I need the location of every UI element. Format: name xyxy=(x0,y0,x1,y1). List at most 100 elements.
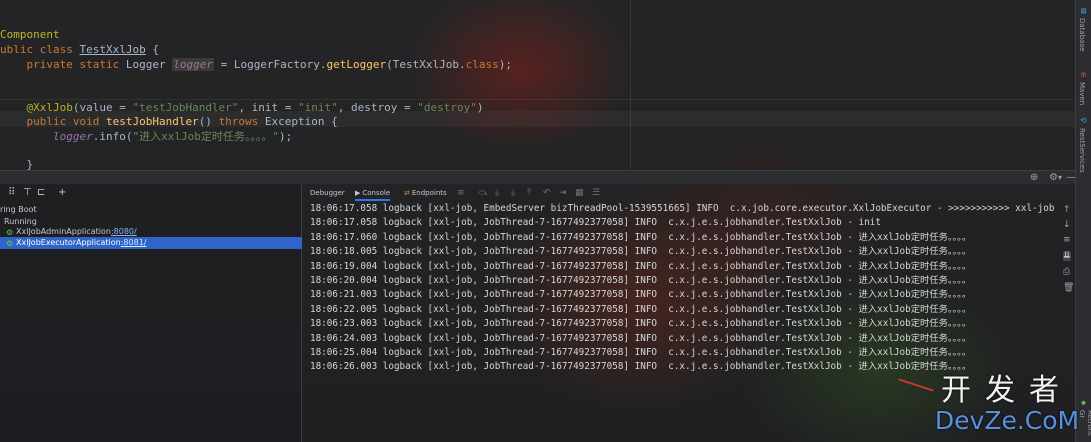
gear-icon[interactable]: ⚙ xyxy=(1049,172,1058,183)
watermark-logo: 开发者 DevZe.CoM xyxy=(932,374,1082,440)
console-tabs: Debugger ▶ Console ⇄ Endpoints ≡ ⤼ ⤓ ⤓ ⤒ ↶… xyxy=(303,185,1075,201)
code-token: private static xyxy=(0,58,126,71)
maven-tab[interactable]: Maven xyxy=(1078,82,1086,105)
watermark-top-text: 开发者 xyxy=(941,373,1073,408)
code-token: "进入xxlJob定时任务。。。。" xyxy=(132,130,279,143)
services-toolbar: ⠿ ⊤ ⊏ + xyxy=(0,185,302,201)
code-token: logger xyxy=(52,130,93,143)
database-tab[interactable]: Database xyxy=(1078,18,1086,51)
spring-app-icon: ⚙ xyxy=(6,228,14,237)
log-line: 18:06:17.060 logback [xxl-job, JobThread… xyxy=(310,231,972,243)
layout-icon[interactable]: ⊏ xyxy=(37,187,45,198)
code-editor[interactable]: Component ublic class TestXxlJob { privat… xyxy=(0,0,1075,171)
code-token: , destroy = xyxy=(337,101,418,114)
step-out-icon[interactable]: ⤒ xyxy=(527,185,531,201)
code-token: @XxlJob xyxy=(0,101,73,114)
code-token: () xyxy=(198,115,219,128)
code-token: = LoggerFactory. xyxy=(213,58,327,71)
log-line: 18:06:25.004 logback [xxl-job, JobThread… xyxy=(310,347,972,358)
scroll-up-icon[interactable]: ↑ xyxy=(1063,205,1071,215)
log-line: 18:06:24.003 logback [xxl-job, JobThread… xyxy=(310,332,972,344)
code-token: Logger xyxy=(125,58,173,71)
rest-services-icon: ⟲ xyxy=(1080,116,1087,125)
scroll-down-icon[interactable]: ↓ xyxy=(1063,220,1071,230)
minimize-icon[interactable]: — xyxy=(1066,172,1076,183)
table-view-icon[interactable]: ☰ xyxy=(592,185,600,201)
spring-app-icon: ⚙ xyxy=(6,239,14,248)
log-line: 18:06:22.005 logback [xxl-job, JobThread… xyxy=(310,303,972,315)
code-token: throws xyxy=(218,115,265,128)
tab-console[interactable]: ▶ Console xyxy=(355,185,391,201)
add-service-icon[interactable]: + xyxy=(58,187,66,198)
tab-debugger[interactable]: Debugger xyxy=(310,185,345,201)
tree-item[interactable]: ⚙ XxlJobExecutorApplication:8081/ xyxy=(0,237,302,249)
print-icon[interactable]: ⎙ xyxy=(1063,267,1070,277)
clear-all-icon[interactable]: 🗑 xyxy=(1063,283,1074,293)
code-token: testJobHandler xyxy=(105,115,199,128)
maven-icon: m xyxy=(1081,70,1086,79)
code-token: { xyxy=(145,43,159,56)
step-into-icon[interactable]: ⤓ xyxy=(495,185,499,201)
evaluate-icon[interactable]: ▦ xyxy=(575,185,584,201)
services-tree: ⠿ ⊤ ⊏ + ring Boot Running ⚙ XxlJobAdminAppl… xyxy=(0,185,302,442)
code-token: (value = xyxy=(72,101,133,114)
step-over-icon[interactable]: ⤼ xyxy=(478,185,488,201)
tree-item-label: Running xyxy=(4,217,37,226)
code-token: , init = xyxy=(238,101,299,114)
chevron-down-icon[interactable]: ▾ xyxy=(1058,173,1062,182)
code-token: public void xyxy=(0,115,106,128)
tree-item-port-link[interactable]: :8080/ xyxy=(111,227,137,236)
show-threads-icon[interactable]: ≡ xyxy=(457,185,465,201)
tab-debugger-label: Debugger xyxy=(310,189,345,197)
log-line: 18:06:20.004 logback [xxl-job, JobThread… xyxy=(310,275,972,286)
tab-endpoints-label: Endpoints xyxy=(411,189,447,197)
code-token: getLogger xyxy=(326,58,387,71)
code-token: TestXxlJob xyxy=(79,43,146,56)
log-line: 18:06:21.003 logback [xxl-job, JobThread… xyxy=(310,289,972,301)
console-side-toolbar: ↑ ↓ ≡ ⇊ ⎙ 🗑 xyxy=(1060,201,1075,301)
code-token: Component xyxy=(0,28,60,41)
tab-console-label: Console xyxy=(362,189,391,197)
log-line: 18:06:17.058 logback [xxl-job, EmbedServ… xyxy=(310,203,1060,214)
tab-endpoints[interactable]: ⇄ Endpoints xyxy=(404,185,447,201)
code-token: ); xyxy=(498,58,513,71)
code-line: private static Logger logger = LoggerFac… xyxy=(0,57,512,72)
group-by-icon[interactable]: ⠿ xyxy=(8,187,15,198)
code-line: Component xyxy=(0,27,60,42)
services-tool-header: ⊕ ⚙ ▾ — xyxy=(0,170,1076,184)
filter-icon[interactable]: ⊤ xyxy=(23,187,32,198)
tree-item-port-link[interactable]: :8081/ xyxy=(121,238,147,247)
log-line: 18:06:26.003 logback [xxl-job, JobThread… xyxy=(310,361,972,373)
database-icon: ▤ xyxy=(1081,6,1086,15)
log-line: 18:06:19.004 logback [xxl-job, JobThread… xyxy=(310,260,972,272)
code-line: @XxlJob(value = "testJobHandler", init =… xyxy=(0,100,484,115)
code-token: ublic class xyxy=(0,43,80,56)
code-line: public void testJobHandler() throws Exce… xyxy=(0,114,338,129)
target-icon[interactable]: ⊕ xyxy=(1030,172,1038,183)
code-token: (TestXxlJob. xyxy=(386,58,466,71)
run-to-cursor-icon[interactable]: ⇥ xyxy=(559,185,567,201)
code-token: Exception { xyxy=(264,115,338,128)
tree-item-label: XxlJobExecutorApplication xyxy=(16,238,121,247)
force-step-into-icon[interactable]: ⤓ xyxy=(511,185,515,201)
code-token: ) xyxy=(476,101,484,114)
code-line: logger.info("进入xxlJob定时任务。。。。"); xyxy=(0,129,292,144)
code-token: "destroy" xyxy=(417,101,477,114)
log-line: 18:06:18.005 logback [xxl-job, JobThread… xyxy=(310,246,972,258)
code-token: "init" xyxy=(298,101,338,114)
code-token: "testJobHandler" xyxy=(132,101,239,114)
scroll-to-end-icon[interactable]: ⇊ xyxy=(1063,251,1071,261)
tree-item[interactable]: ring Boot xyxy=(0,204,302,216)
code-token: class xyxy=(465,58,499,71)
drop-frame-icon[interactable]: ↶ xyxy=(543,185,551,201)
log-line: 18:06:17.058 logback [xxl-job, JobThread… xyxy=(310,217,881,229)
rest-services-tab[interactable]: RestServices xyxy=(1078,128,1086,173)
soft-wrap-icon[interactable]: ≡ xyxy=(1063,235,1071,245)
code-token: ); xyxy=(278,130,293,143)
code-line: ublic class TestXxlJob { xyxy=(0,42,159,57)
tree-item-label: XxlJobAdminApplication xyxy=(16,227,111,236)
right-margin-guide xyxy=(630,0,631,170)
console-icon: ▶ xyxy=(355,189,361,197)
watermark-bottom-text: DevZe.CoM xyxy=(934,406,1080,435)
